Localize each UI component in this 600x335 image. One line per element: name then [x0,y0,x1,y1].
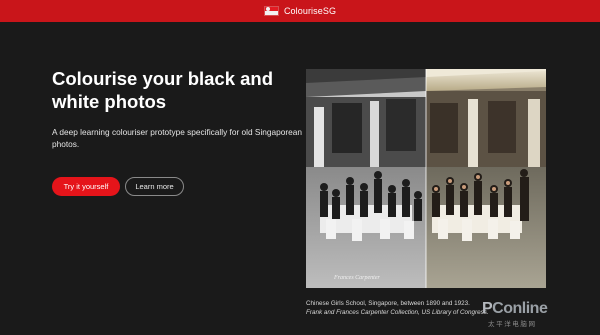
brand[interactable]: ColouriseSG [263,6,337,16]
photo-signature: Frances Carpenter [333,275,380,281]
top-bar: ColouriseSG [0,0,600,22]
bw-half: Frances Carpenter [306,69,426,288]
try-it-yourself-button[interactable]: Try it yourself [52,177,120,196]
hero-subtitle: A deep learning colouriser prototype spe… [52,127,302,149]
learn-more-button[interactable]: Learn more [125,177,184,196]
before-after-photo[interactable]: Frances Carpenter [306,69,546,288]
colour-half [426,69,546,288]
singapore-flag-icon [263,6,279,16]
brand-name: ColouriseSG [283,6,337,16]
hero-title: Colourise your black and white photos [52,68,274,112]
pconline-watermark: PConline 太平洋电脑网 [482,300,548,328]
